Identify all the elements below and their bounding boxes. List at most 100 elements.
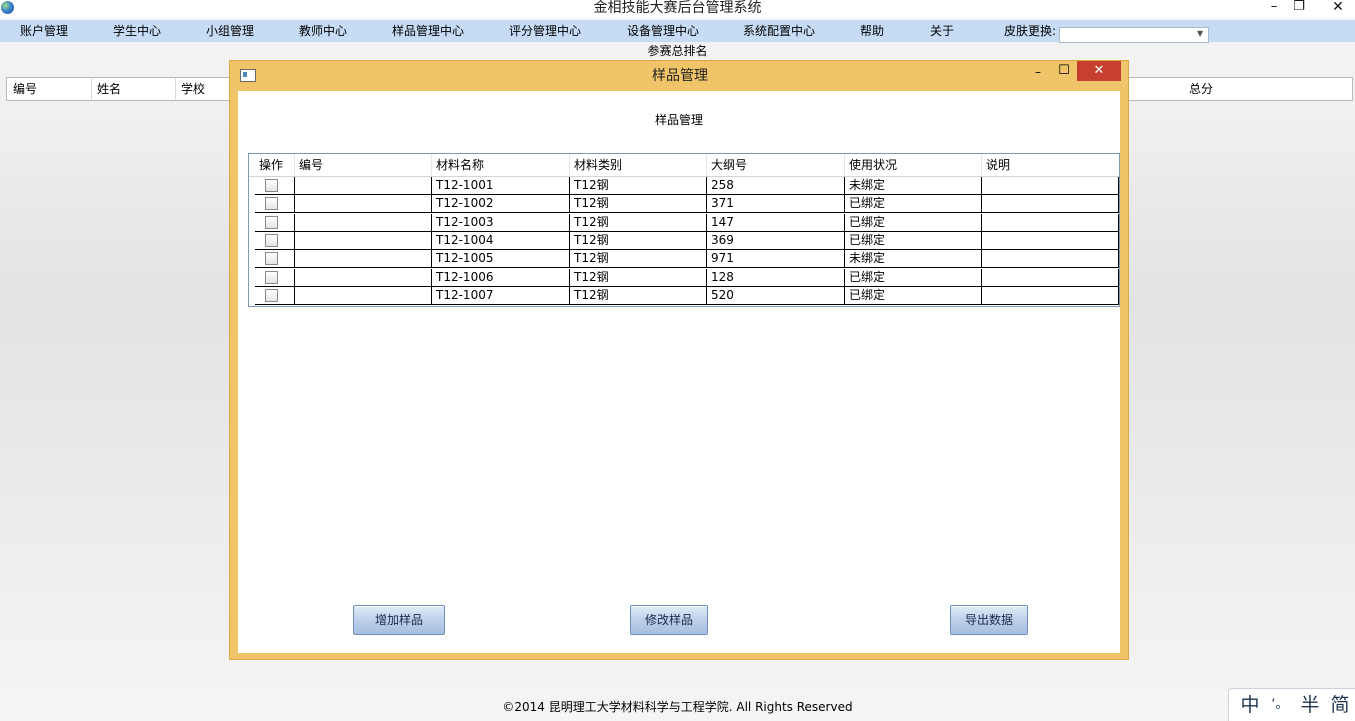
add-sample-button[interactable]: 增加样品 xyxy=(353,605,445,635)
cell-note xyxy=(982,213,1119,232)
ime-half-width[interactable]: 半 xyxy=(1297,692,1323,718)
cell-note xyxy=(982,195,1119,214)
cell-material-name: T12-1007 xyxy=(432,286,570,305)
cell-id xyxy=(295,213,432,232)
dialog-maximize-button[interactable]: ☐ xyxy=(1056,63,1072,78)
close-button[interactable]: ✕ xyxy=(1325,0,1351,18)
ranking-col-total[interactable]: 总分 xyxy=(1183,78,1349,100)
menu-samples[interactable]: 样品管理中心 xyxy=(392,20,464,42)
ime-simplified[interactable]: 简 xyxy=(1327,692,1353,718)
dropdown-arrow-icon[interactable]: ▼ xyxy=(1197,29,1203,38)
export-data-button[interactable]: 导出数据 xyxy=(950,605,1028,635)
cell-outline-no: 369 xyxy=(707,231,845,250)
cell-note xyxy=(982,231,1119,250)
col-action[interactable]: 操作 xyxy=(255,154,295,176)
cell-material-category: T12钢 xyxy=(570,213,707,232)
cell-note xyxy=(982,268,1119,287)
cell-material-category: T12钢 xyxy=(570,177,707,195)
cell-id xyxy=(295,250,432,269)
row-checkbox-cell xyxy=(255,231,295,250)
ime-punctuation-mode[interactable]: ʻ。 xyxy=(1267,692,1293,718)
cell-note xyxy=(982,250,1119,269)
menu-scoring[interactable]: 评分管理中心 xyxy=(509,20,581,42)
table-row[interactable]: T12-1007 T12钢 520 已绑定 xyxy=(249,286,1119,305)
ranking-col-school[interactable]: 学校 xyxy=(175,78,232,100)
cell-usage-status: 已绑定 xyxy=(845,195,982,214)
cell-note xyxy=(982,177,1119,195)
row-checkbox[interactable] xyxy=(265,252,278,266)
restore-button[interactable]: ❐ xyxy=(1290,0,1308,18)
dialog-close-button[interactable]: ✕ xyxy=(1077,61,1121,81)
content-heading: 样品管理 xyxy=(654,113,703,127)
cell-id xyxy=(295,231,432,250)
ranking-col-name[interactable]: 姓名 xyxy=(91,78,176,100)
col-material-category[interactable]: 材料类别 xyxy=(570,154,707,176)
menu-teachers[interactable]: 教师中心 xyxy=(299,20,347,42)
cell-usage-status: 已绑定 xyxy=(845,231,982,250)
window-title: 金相技能大赛后台管理系统 xyxy=(593,0,762,16)
cell-usage-status: 未绑定 xyxy=(845,250,982,269)
cell-id xyxy=(295,286,432,305)
row-checkbox[interactable] xyxy=(265,233,278,247)
row-checkbox[interactable] xyxy=(265,270,278,284)
minimize-button[interactable]: – xyxy=(1265,0,1283,18)
col-usage-status[interactable]: 使用状况 xyxy=(845,154,982,176)
cell-outline-no: 147 xyxy=(707,213,845,232)
menu-system-config[interactable]: 系统配置中心 xyxy=(743,20,815,42)
menu-about[interactable]: 关于 xyxy=(930,20,954,42)
cell-outline-no: 128 xyxy=(707,268,845,287)
row-checkbox[interactable] xyxy=(265,288,278,302)
row-checkbox[interactable] xyxy=(265,179,278,192)
dialog-minimize-button[interactable]: – xyxy=(1030,65,1046,79)
table-row[interactable]: T12-1003 T12钢 147 已绑定 xyxy=(249,213,1119,232)
cell-id xyxy=(295,177,432,195)
table-row[interactable]: T12-1006 T12钢 128 已绑定 xyxy=(249,268,1119,287)
ime-toolbar: 中 ʻ。 半 简 xyxy=(1228,688,1355,721)
row-checkbox-cell xyxy=(255,268,295,287)
sample-management-dialog: 样品管理 – ☐ ✕ 样品管理 操作 编号 材料名称 材料类别 大纲号 使用状况… xyxy=(229,60,1129,660)
ranking-col-id[interactable]: 编号 xyxy=(7,78,92,100)
menu-equipment[interactable]: 设备管理中心 xyxy=(627,20,699,42)
menu-students[interactable]: 学生中心 xyxy=(113,20,161,42)
cell-usage-status: 已绑定 xyxy=(845,268,982,287)
col-id[interactable]: 编号 xyxy=(295,154,432,176)
cell-material-name: T12-1002 xyxy=(432,195,570,214)
menu-help[interactable]: 帮助 xyxy=(860,20,884,42)
skin-label: 皮肤更换: xyxy=(1004,24,1057,38)
cell-material-name: T12-1003 xyxy=(432,213,570,232)
cell-material-name: T12-1006 xyxy=(432,268,570,287)
table-header: 操作 编号 材料名称 材料类别 大纲号 使用状况 说明 xyxy=(249,154,1119,177)
dialog-title: 样品管理 xyxy=(652,68,708,84)
cell-outline-no: 258 xyxy=(707,177,845,195)
cell-outline-no: 371 xyxy=(707,195,845,214)
ime-chinese-mode[interactable]: 中 xyxy=(1237,692,1263,718)
cell-material-name: T12-1005 xyxy=(432,250,570,269)
cell-usage-status: 已绑定 xyxy=(845,286,982,305)
row-checkbox-cell xyxy=(255,250,295,269)
dialog-content: 样品管理 操作 编号 材料名称 材料类别 大纲号 使用状况 说明 T12-100… xyxy=(238,91,1120,653)
edit-sample-button[interactable]: 修改样品 xyxy=(630,605,708,635)
table-row[interactable]: T12-1002 T12钢 371 已绑定 xyxy=(249,195,1119,214)
sample-table: 操作 编号 材料名称 材料类别 大纲号 使用状况 说明 T12-1001 T12钢… xyxy=(248,153,1120,307)
cell-material-category: T12钢 xyxy=(570,286,707,305)
table-row[interactable]: T12-1005 T12钢 971 未绑定 xyxy=(249,250,1119,269)
cell-usage-status: 已绑定 xyxy=(845,213,982,232)
cell-note xyxy=(982,286,1119,305)
cell-outline-no: 971 xyxy=(707,250,845,269)
cell-material-name: T12-1004 xyxy=(432,231,570,250)
table-row[interactable]: T12-1001 T12钢 258 未绑定 xyxy=(249,177,1119,195)
col-note[interactable]: 说明 xyxy=(982,154,1119,176)
col-outline-no[interactable]: 大纲号 xyxy=(707,154,845,176)
col-material-name[interactable]: 材料名称 xyxy=(432,154,570,176)
cell-id xyxy=(295,268,432,287)
row-checkbox[interactable] xyxy=(265,197,278,211)
row-checkbox-cell xyxy=(255,213,295,232)
cell-material-name: T12-1001 xyxy=(432,177,570,195)
cell-material-category: T12钢 xyxy=(570,268,707,287)
cell-material-category: T12钢 xyxy=(570,250,707,269)
skin-select[interactable] xyxy=(1059,27,1209,43)
menu-groups[interactable]: 小组管理 xyxy=(206,20,254,42)
menu-account[interactable]: 账户管理 xyxy=(20,20,68,42)
row-checkbox[interactable] xyxy=(265,215,278,229)
table-row[interactable]: T12-1004 T12钢 369 已绑定 xyxy=(249,231,1119,250)
